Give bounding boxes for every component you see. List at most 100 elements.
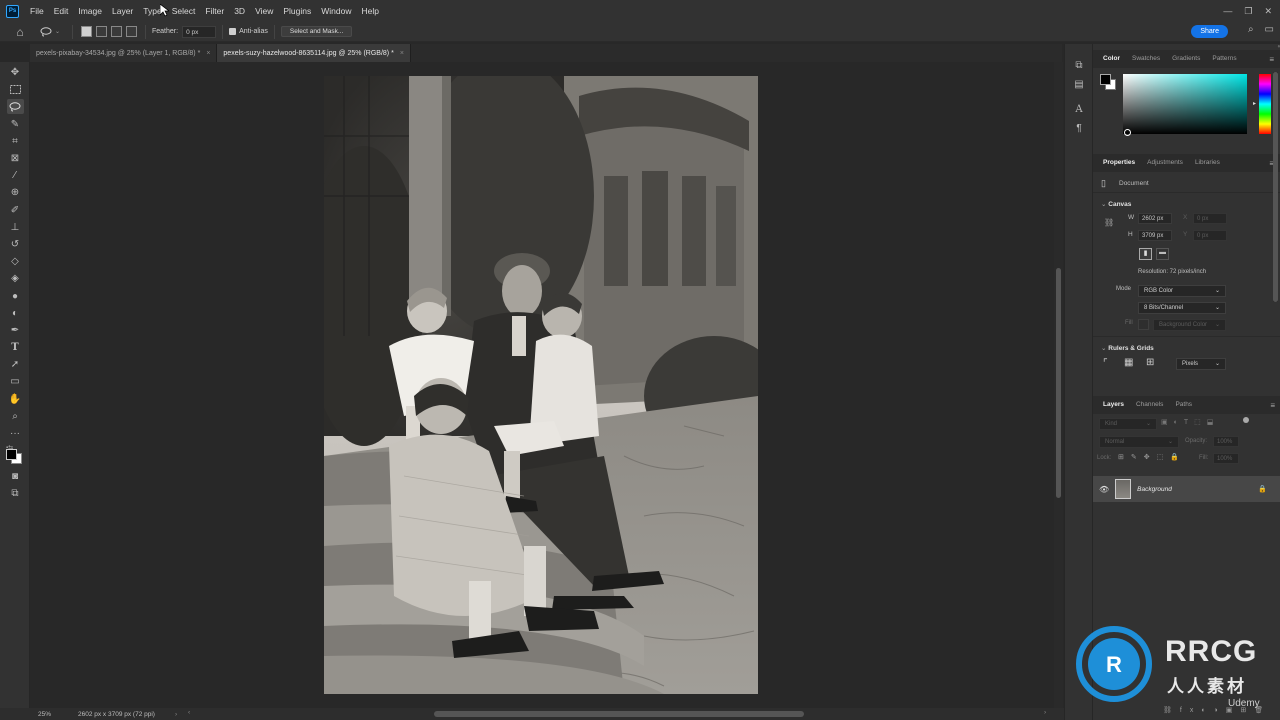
- panel-menu-icon[interactable]: ≡: [1269, 55, 1274, 64]
- menu-view[interactable]: View: [250, 6, 278, 16]
- tab-layers[interactable]: Layers: [1097, 396, 1130, 414]
- dodge-tool-icon[interactable]: ◐: [0, 305, 30, 322]
- move-tool-icon[interactable]: ✥: [0, 64, 30, 81]
- menu-file[interactable]: File: [25, 6, 49, 16]
- scroll-left-icon[interactable]: ‹: [188, 709, 190, 716]
- blur-tool-icon[interactable]: ●: [0, 287, 30, 304]
- tab-channels[interactable]: Channels: [1130, 396, 1169, 414]
- layer-name[interactable]: Background: [1137, 486, 1172, 493]
- horizontal-scrollbar-thumb[interactable]: [434, 711, 804, 717]
- eraser-tool-icon[interactable]: ◇: [0, 253, 30, 270]
- menu-3d[interactable]: 3D: [229, 6, 250, 16]
- guides-icon[interactable]: ⊞: [1146, 357, 1154, 368]
- filter-toggle-icon[interactable]: [1243, 417, 1249, 423]
- tab-pixabay[interactable]: pexels-pixabay-34534.jpg @ 25% (Layer 1,…: [30, 44, 218, 62]
- opacity-input[interactable]: 100%: [1213, 436, 1239, 447]
- marquee-tool-icon[interactable]: [0, 81, 30, 98]
- paragraph-panel-icon[interactable]: ¶: [1065, 119, 1093, 138]
- close-icon[interactable]: ×: [400, 50, 404, 57]
- vertical-scrollbar[interactable]: [1054, 62, 1063, 708]
- tab-paths[interactable]: Paths: [1169, 396, 1198, 414]
- minimize-icon[interactable]: —: [1223, 6, 1232, 16]
- lasso-tool-icon[interactable]: [0, 98, 30, 115]
- fg-color-chip[interactable]: [1100, 74, 1111, 85]
- color-swatches[interactable]: ▪⇆: [0, 442, 29, 468]
- comments-panel-icon[interactable]: ▤: [1065, 75, 1093, 94]
- portrait-orientation-icon[interactable]: ▮: [1139, 248, 1152, 260]
- history-panel-icon[interactable]: ⧉: [1065, 56, 1093, 75]
- quick-select-tool-icon[interactable]: ✎: [0, 116, 30, 133]
- add-selection-icon[interactable]: [96, 26, 107, 37]
- home-icon[interactable]: ⌂: [0, 23, 40, 40]
- tab-color[interactable]: Color: [1097, 50, 1126, 68]
- menu-image[interactable]: Image: [73, 6, 107, 16]
- canvas-section-header[interactable]: Canvas: [1093, 194, 1139, 211]
- menu-window[interactable]: Window: [316, 6, 356, 16]
- pen-tool-icon[interactable]: ✒: [0, 322, 30, 339]
- subtract-selection-icon[interactable]: [111, 26, 122, 37]
- grid-icon[interactable]: ▦: [1124, 357, 1133, 368]
- layer-filter-dropdown[interactable]: Kind ⌄: [1099, 418, 1157, 430]
- tab-gradients[interactable]: Gradients: [1166, 50, 1206, 68]
- brush-tool-icon[interactable]: ✐: [0, 202, 30, 219]
- layer-filter-icons[interactable]: ▣◐T⬚⬓: [1161, 418, 1219, 426]
- lock-icons[interactable]: ⊞✎✥⬚🔒: [1118, 453, 1186, 461]
- hue-slider[interactable]: [1259, 74, 1271, 134]
- menu-edit[interactable]: Edit: [49, 6, 74, 16]
- tab-suzy-hazelwood[interactable]: pexels-suzy-hazelwood-8635114.jpg @ 25% …: [217, 44, 411, 62]
- tab-swatches[interactable]: Swatches: [1126, 50, 1166, 68]
- zoom-tool-icon[interactable]: ⌕: [0, 408, 30, 425]
- menu-plugins[interactable]: Plugins: [278, 6, 316, 16]
- document-photo[interactable]: [324, 76, 758, 694]
- stamp-tool-icon[interactable]: ⊥: [0, 219, 30, 236]
- panel-menu-icon[interactable]: ≡: [1270, 401, 1275, 410]
- crop-tool-icon[interactable]: ⌗: [0, 133, 30, 150]
- eyedropper-tool-icon[interactable]: ⁄: [0, 167, 30, 184]
- landscape-orientation-icon[interactable]: ▬: [1156, 248, 1169, 260]
- foreground-color-swatch[interactable]: [6, 449, 17, 461]
- eye-icon[interactable]: 👁: [1099, 485, 1109, 494]
- color-picker-handle[interactable]: [1124, 129, 1131, 136]
- path-select-tool-icon[interactable]: ➚: [0, 356, 30, 373]
- color-field[interactable]: [1123, 74, 1247, 134]
- hand-tool-icon[interactable]: ✋: [0, 391, 30, 408]
- menu-layer[interactable]: Layer: [107, 6, 138, 16]
- anti-alias-checkbox[interactable]: [229, 28, 237, 35]
- type-tool-icon[interactable]: T: [0, 339, 30, 356]
- zoom-level[interactable]: 25%: [38, 711, 78, 718]
- layer-row-background[interactable]: 👁 Background 🔒: [1093, 476, 1280, 502]
- mode-dropdown[interactable]: RGB Color ⌄: [1138, 285, 1226, 297]
- new-selection-icon[interactable]: [81, 26, 92, 37]
- quick-mask-icon[interactable]: ◙: [0, 468, 30, 485]
- more-tools-icon[interactable]: ···: [0, 425, 30, 442]
- share-button[interactable]: Share: [1191, 25, 1228, 38]
- intersect-selection-icon[interactable]: [126, 26, 137, 37]
- screen-mode-icon[interactable]: ⧉: [0, 485, 30, 502]
- tab-libraries[interactable]: Libraries: [1189, 154, 1226, 172]
- tab-properties[interactable]: Properties: [1097, 154, 1141, 172]
- maximize-icon[interactable]: ❐: [1244, 6, 1252, 17]
- select-and-mask-button[interactable]: Select and Mask...: [280, 26, 353, 37]
- hue-slider-handle[interactable]: ▸: [1253, 100, 1256, 107]
- feather-input[interactable]: 0 px: [182, 25, 217, 38]
- menu-help[interactable]: Help: [356, 6, 383, 16]
- rulers-grids-header[interactable]: Rulers & Grids: [1093, 338, 1162, 355]
- character-panel-icon[interactable]: A: [1065, 100, 1093, 119]
- status-arrow-icon[interactable]: ›: [175, 711, 177, 718]
- close-window-icon[interactable]: ✕: [1264, 6, 1272, 17]
- collapse-panels-icon[interactable]: «: [1063, 44, 1280, 50]
- ruler-icon[interactable]: ⌜: [1103, 358, 1108, 369]
- lasso-preset-icon[interactable]: ⌄: [40, 26, 66, 37]
- tab-patterns[interactable]: Patterns: [1206, 50, 1242, 68]
- scrollbar-thumb[interactable]: [1056, 268, 1061, 498]
- units-dropdown[interactable]: Pixels ⌄: [1176, 358, 1226, 370]
- link-icon[interactable]: ⛓: [1104, 218, 1114, 227]
- search-icon[interactable]: ⌕: [1248, 24, 1254, 35]
- healing-tool-icon[interactable]: ⊕: [0, 184, 30, 201]
- frame-tool-icon[interactable]: ⊠: [0, 150, 30, 167]
- gradient-tool-icon[interactable]: ◈: [0, 270, 30, 287]
- shape-tool-icon[interactable]: ▭: [0, 373, 30, 390]
- scroll-right-icon[interactable]: ›: [1044, 709, 1046, 716]
- tab-adjustments[interactable]: Adjustments: [1141, 154, 1189, 172]
- panel-scrollbar-thumb[interactable]: [1273, 72, 1278, 302]
